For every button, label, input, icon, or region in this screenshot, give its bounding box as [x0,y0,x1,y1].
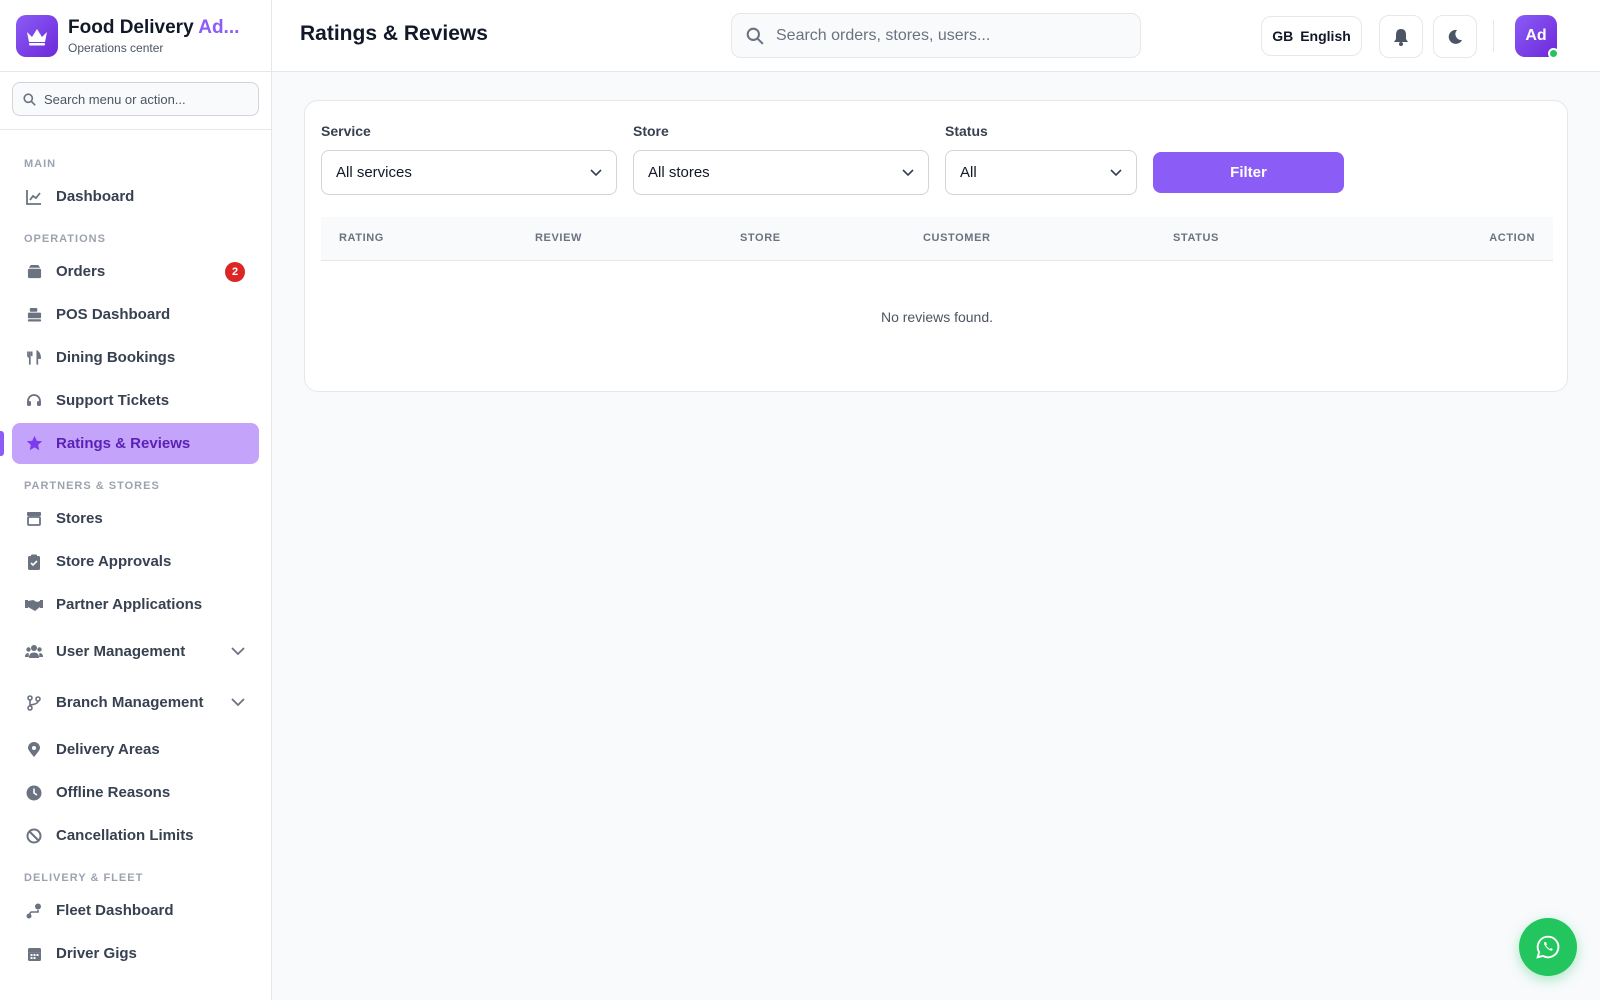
users-icon [24,642,44,662]
sidebar-item-support-tickets[interactable]: Support Tickets [12,380,259,421]
chart-line-icon [24,187,44,207]
sidebar-item-dashboard[interactable]: Dashboard [12,176,259,217]
sidebar-item-user-management[interactable]: User Management [12,627,259,676]
language-flag: GB [1272,28,1294,44]
column-header-store[interactable]: STORE [740,232,781,244]
global-search [731,13,1141,58]
sidebar-item-dining-bookings[interactable]: Dining Bookings [12,337,259,378]
global-search-input[interactable] [776,26,1116,45]
chevron-down-icon [231,643,245,660]
page-title: Ratings & Reviews [300,22,488,45]
code-branch-icon [24,693,44,713]
brand-title: Food Delivery Ad... [68,16,240,38]
store-select[interactable]: All stores [633,150,929,195]
sidebar-item-ratings-reviews[interactable]: Ratings & Reviews [0,423,259,464]
notifications-button[interactable] [1379,15,1423,58]
empty-state-message: No reviews found. [880,309,994,325]
service-filter: Service All services [321,123,617,195]
chevron-down-icon [590,168,602,176]
reviews-card: Service All services Store All stores St… [304,100,1568,392]
section-label-main: MAIN [24,158,57,170]
brand-subtitle: Operations center [68,40,164,55]
sidebar-search [12,82,259,116]
calendar-icon [24,944,44,964]
chevron-down-icon [231,694,245,711]
utensils-icon [24,348,44,368]
language-selector[interactable]: GB English [1261,16,1362,56]
column-header-status[interactable]: STATUS [1173,232,1219,244]
service-filter-label: Service [321,123,371,139]
store-icon [24,509,44,529]
whatsapp-button[interactable] [1519,918,1577,976]
status-filter: Status All [945,123,1137,195]
headset-icon [24,391,44,411]
moon-icon [1448,29,1462,44]
sidebar-item-offline-reasons[interactable]: Offline Reasons [12,772,259,813]
column-header-rating[interactable]: RATING [339,232,384,244]
chevron-down-icon [1110,168,1122,176]
search-icon [746,27,764,45]
section-label-operations: OPERATIONS [24,233,106,245]
section-label-partners: PARTNERS & STORES [24,480,160,492]
sidebar-item-partner-applications[interactable]: Partner Applications [12,584,259,625]
status-select[interactable]: All [945,150,1137,195]
sidebar-item-stores[interactable]: Stores [12,498,259,539]
map-pin-icon [24,740,44,760]
sidebar-item-cancellation-limits[interactable]: Cancellation Limits [12,815,259,856]
sidebar-nav: MAIN Dashboard OPERATIONS Orders 2 POS D… [0,130,271,974]
sidebar-item-store-approvals[interactable]: Store Approvals [12,541,259,582]
store-filter: Store All stores [633,123,929,195]
route-icon [24,901,44,921]
chevron-down-icon [902,168,914,176]
sidebar-item-pos-dashboard[interactable]: POS Dashboard [12,294,259,335]
sidebar-item-delivery-areas[interactable]: Delivery Areas [12,729,259,770]
header-divider [1493,20,1494,52]
box-icon [24,262,44,282]
sidebar-item-fleet-dashboard[interactable]: Fleet Dashboard [12,890,259,931]
top-header: Ratings & Reviews GB English Ad [272,0,1600,72]
column-header-customer[interactable]: CUSTOMER [923,232,991,244]
cash-register-icon [24,305,44,325]
section-label-fleet: DELIVERY & FLEET [24,872,144,884]
bell-icon [1394,28,1408,46]
whatsapp-icon [1536,935,1560,959]
column-header-action[interactable]: ACTION [1489,232,1535,244]
sidebar-item-orders[interactable]: Orders 2 [12,251,259,292]
column-header-review[interactable]: REVIEW [535,232,582,244]
ban-icon [24,826,44,846]
status-filter-label: Status [945,123,988,139]
avatar[interactable]: Ad [1515,15,1559,59]
filter-button[interactable]: Filter [1153,152,1344,193]
sidebar-search-input[interactable] [44,91,244,107]
store-filter-label: Store [633,123,669,139]
online-status-dot [1548,48,1559,59]
clock-icon [24,783,44,803]
sidebar-item-driver-gigs[interactable]: Driver Gigs [12,933,259,974]
orders-count-badge: 2 [225,261,245,282]
clipboard-check-icon [24,552,44,572]
handshake-icon [24,595,44,615]
crown-icon [16,14,58,57]
sidebar: Food Delivery Ad... Operations center MA… [0,0,272,1000]
reviews-table-header: RATING REVIEW STORE CUSTOMER STATUS ACTI… [321,217,1553,261]
search-icon [23,92,36,106]
star-icon [24,434,44,454]
brand[interactable]: Food Delivery Ad... Operations center [0,0,271,72]
theme-toggle-button[interactable] [1433,15,1477,58]
service-select[interactable]: All services [321,150,617,195]
sidebar-item-branch-management[interactable]: Branch Management [12,678,259,727]
language-label: English [1300,28,1351,44]
